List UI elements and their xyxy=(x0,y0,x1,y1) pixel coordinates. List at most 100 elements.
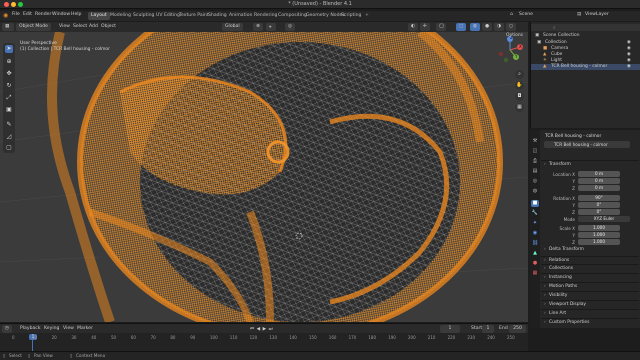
cursor-tool-icon[interactable]: ⊕ xyxy=(5,58,13,66)
texture-tab-icon[interactable]: ▦ xyxy=(531,270,539,277)
location-x-field[interactable]: 0 m xyxy=(578,171,620,177)
render-tab-icon[interactable]: ◫ xyxy=(531,148,539,155)
timeline-tick-label: 130 xyxy=(269,335,278,340)
scene-tab-icon[interactable]: ◎ xyxy=(531,178,539,185)
output-tab-icon[interactable]: ⎙ xyxy=(531,158,539,165)
visibility-eye-icon[interactable]: ◉ xyxy=(627,46,631,51)
physics-tab-icon[interactable]: ◉ xyxy=(531,230,539,237)
view-layer-selector[interactable]: ViewLayer xyxy=(585,12,609,17)
rotation-x-field[interactable]: 90° xyxy=(578,195,620,201)
pivot-icon[interactable]: ⊕ xyxy=(253,23,263,31)
measure-tool-icon[interactable]: ◿ xyxy=(5,133,13,141)
solid-shading-icon[interactable]: ● xyxy=(482,23,492,31)
transform-tool-icon[interactable]: ▣ xyxy=(5,106,13,114)
world-tab-icon[interactable]: ◍ xyxy=(531,188,539,195)
scale-x-field[interactable]: 1.000 xyxy=(578,225,620,231)
modifier-tab-icon[interactable]: 🔧 xyxy=(531,210,539,217)
rotation-mode-select[interactable]: XYZ Euler xyxy=(578,216,630,222)
visibility-eye-icon[interactable]: ◉ xyxy=(627,52,631,57)
scale-tool-icon[interactable]: ⤢ xyxy=(5,94,13,102)
scale-z-field[interactable]: 1.000 xyxy=(578,239,620,245)
rotation-y-field[interactable]: 0° xyxy=(578,202,620,208)
gizmo-toggle-icon[interactable]: ✛ xyxy=(420,23,430,31)
line-art-panel-header[interactable]: Line Art xyxy=(541,309,639,318)
add-workspace-button[interactable]: + xyxy=(362,12,372,20)
current-frame-field[interactable]: 1 xyxy=(440,325,460,333)
outliner-panel: ⌕ ▣ Scene Collection ▣ Collection ◉ ■ Ca… xyxy=(530,22,640,128)
material-shading-icon[interactable]: ◑ xyxy=(494,23,504,31)
timeline-editor-icon[interactable]: ◷ xyxy=(2,325,12,333)
pan-hand-icon[interactable]: ✋ xyxy=(515,81,524,90)
menu-object[interactable]: Object xyxy=(98,23,119,31)
tab-scripting[interactable]: Scripting xyxy=(338,12,364,20)
scene-collection-icon: ▣ xyxy=(535,33,540,38)
relations-panel-header[interactable]: Relations xyxy=(541,256,639,265)
transform-panel-header[interactable]: Transform xyxy=(541,160,639,169)
annotate-tool-icon[interactable]: ✎ xyxy=(5,121,13,129)
outliner-scene-collection[interactable]: ▣ Scene Collection xyxy=(531,33,640,39)
scene-selector[interactable]: Scene xyxy=(519,12,533,17)
menu-render[interactable]: Render xyxy=(35,12,51,17)
visibility-icon[interactable]: ◐ xyxy=(408,23,418,31)
data-tab-icon[interactable]: ▲ xyxy=(531,250,539,257)
visibility-eye-icon[interactable]: ◉ xyxy=(627,40,631,45)
rotate-tool-icon[interactable]: ↻ xyxy=(5,82,13,90)
options-button[interactable]: Options xyxy=(506,33,523,38)
timeline-tick-label: 220 xyxy=(447,335,456,340)
rotation-z-field[interactable]: 0° xyxy=(578,209,620,215)
move-tool-icon[interactable]: ✥ xyxy=(5,70,13,78)
menu-playback[interactable]: Playback xyxy=(17,325,44,333)
scene-icon: ⌂ xyxy=(510,12,513,17)
visibility-panel-header[interactable]: Visibility xyxy=(541,291,639,300)
object-tab-icon[interactable]: ■ xyxy=(531,200,539,207)
status-pan: Pan View xyxy=(34,353,53,358)
constraints-tab-icon[interactable]: ⛓ xyxy=(531,240,539,247)
object-name-field[interactable]: TCR Bell housing - colmor xyxy=(544,141,630,148)
mouse-left-icon: ▯ xyxy=(3,353,6,358)
material-tab-icon[interactable]: ● xyxy=(531,260,539,267)
transform-orientation-selector[interactable]: Global xyxy=(222,23,243,31)
search-icon: ⌕ xyxy=(553,26,556,31)
motion-paths-panel-header[interactable]: Motion Paths xyxy=(541,282,639,291)
menu-window[interactable]: Window xyxy=(52,12,70,17)
start-frame-field[interactable]: 1 xyxy=(482,325,494,333)
custom-properties-panel-header[interactable]: Custom Properties xyxy=(541,318,639,327)
menu-edit[interactable]: Edit xyxy=(23,12,32,17)
collections-panel-header[interactable]: Collections xyxy=(541,264,639,273)
delta-transform-panel-header[interactable]: Delta Transform xyxy=(541,246,639,254)
view-layer-tab-icon[interactable]: ▤ xyxy=(531,168,539,175)
timeline-tick-label: 110 xyxy=(229,335,238,340)
playback-controls[interactable]: ⏮ ◀ ▶ ⏭ xyxy=(247,325,276,333)
select-tool-icon[interactable]: ➤ xyxy=(5,45,13,53)
editor-type-icon[interactable]: ▦ xyxy=(2,23,14,31)
mode-selector[interactable]: Object Mode xyxy=(16,23,51,31)
menu-marker[interactable]: Marker xyxy=(74,325,96,333)
tool-tab-icon[interactable]: ⚒ xyxy=(531,138,539,145)
location-z-field[interactable]: 0 m xyxy=(578,185,620,191)
wireframe-shading-icon[interactable]: ◍ xyxy=(470,23,480,31)
instancing-panel-header[interactable]: Instancing xyxy=(541,273,639,282)
rendered-shading-icon[interactable]: ○ xyxy=(506,23,516,31)
visibility-eye-icon[interactable]: ◉ xyxy=(627,64,631,69)
proportional-edit-icon[interactable]: ◎ xyxy=(285,23,295,31)
xray-toggle-icon[interactable]: ▢ xyxy=(456,23,466,31)
viewport-display-panel-header[interactable]: Viewport Display xyxy=(541,300,639,309)
add-cube-tool-icon[interactable]: ▢ xyxy=(5,144,13,152)
outliner-item-bell-housing[interactable]: ▲ TCR Bell housing - colmor ◉ xyxy=(531,64,640,70)
location-y-field[interactable]: 0 m xyxy=(578,178,620,184)
particles-tab-icon[interactable]: ✦ xyxy=(531,220,539,227)
scale-y-field[interactable]: 1.000 xyxy=(578,232,620,238)
overlay-toggle-icon[interactable]: ◯ xyxy=(436,23,446,31)
camera-view-icon[interactable]: ◘ xyxy=(515,92,524,101)
menu-help[interactable]: Help xyxy=(71,12,81,17)
outliner-search-input[interactable]: ⌕ xyxy=(531,24,640,31)
3d-viewport[interactable] xyxy=(0,32,528,322)
mouse-middle-icon: ▯ xyxy=(28,353,31,358)
menu-file[interactable]: File xyxy=(12,12,20,17)
snap-icon[interactable]: ⌖ xyxy=(266,23,276,31)
end-frame-field[interactable]: 250 xyxy=(509,325,526,333)
perspective-toggle-icon[interactable]: ▦ xyxy=(515,103,524,112)
zoom-icon[interactable]: ⌕ xyxy=(515,70,524,79)
visibility-eye-icon[interactable]: ◉ xyxy=(627,58,631,63)
blender-logo-icon[interactable]: ◉ xyxy=(3,12,8,19)
